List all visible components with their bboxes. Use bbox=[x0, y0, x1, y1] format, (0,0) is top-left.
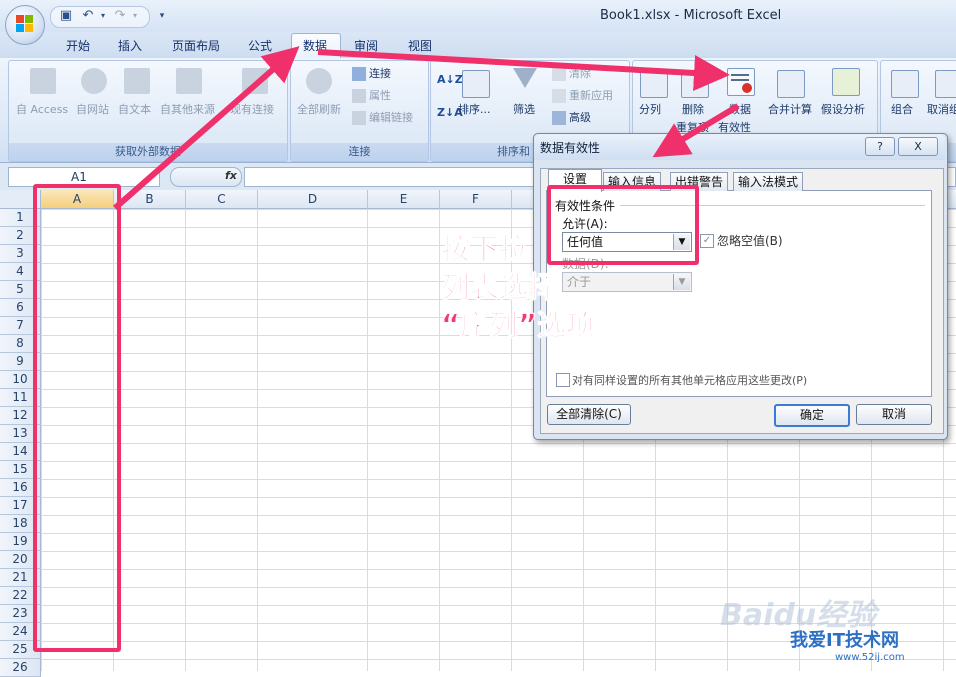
from-text-button[interactable]: 自文本 bbox=[118, 101, 151, 117]
text-to-columns-icon bbox=[640, 70, 668, 98]
redo-icon[interactable]: ↷ bbox=[112, 8, 128, 24]
consolidate-icon bbox=[777, 70, 805, 98]
clear-button[interactable]: 清除 bbox=[552, 65, 591, 81]
what-if-analysis-button[interactable]: 假设分析 bbox=[821, 101, 865, 117]
existing-connections-icon bbox=[242, 68, 268, 94]
window-title: Book1.xlsx - Microsoft Excel bbox=[600, 8, 782, 23]
tab-page-layout[interactable]: 页面布局 bbox=[168, 36, 224, 56]
consolidate-button[interactable]: 合并计算 bbox=[768, 101, 812, 117]
ok-button[interactable]: 确定 bbox=[774, 404, 850, 427]
sort-icon bbox=[462, 70, 490, 98]
properties-button[interactable]: 属性 bbox=[352, 87, 391, 103]
text-file-icon bbox=[124, 68, 150, 94]
annotation-line-2: 列表选择 bbox=[440, 270, 558, 305]
refresh-all-button[interactable]: 全部刷新 bbox=[297, 101, 341, 117]
edit-links-button[interactable]: 编辑链接 bbox=[352, 109, 413, 125]
customize-toolbar-icon[interactable]: ▾ bbox=[154, 8, 170, 24]
group-label: 获取外部数据 bbox=[9, 143, 287, 161]
column-header-d[interactable]: D bbox=[258, 190, 368, 209]
insert-function-area: fx bbox=[170, 167, 242, 187]
what-if-analysis-icon bbox=[832, 68, 860, 96]
from-access-button[interactable]: 自 Access bbox=[16, 101, 68, 117]
site-watermark: 我爱IT技术网 bbox=[790, 630, 899, 651]
annotation-line-1: 按下拉 bbox=[440, 232, 529, 267]
access-icon bbox=[30, 68, 56, 94]
apply-all-checkbox[interactable] bbox=[556, 373, 570, 387]
remove-duplicates-button[interactable]: 删除 bbox=[682, 101, 704, 117]
reapply-icon bbox=[552, 89, 566, 103]
tab-data[interactable]: 数据 bbox=[299, 36, 331, 56]
site-url-watermark: www.52ij.com bbox=[835, 652, 905, 663]
column-header-c[interactable]: C bbox=[186, 190, 258, 209]
undo-icon[interactable]: ↶ bbox=[80, 8, 96, 24]
edit-links-icon bbox=[352, 111, 366, 125]
gridline bbox=[439, 209, 440, 671]
group-label: 连接 bbox=[291, 143, 428, 161]
properties-label: 属性 bbox=[369, 89, 391, 102]
advanced-label: 高级 bbox=[569, 111, 591, 124]
filter-icon bbox=[513, 68, 537, 88]
cancel-button[interactable]: 取消 bbox=[856, 404, 932, 425]
apply-all-label: 对有同样设置的所有其他单元格应用这些更改(P) bbox=[572, 374, 808, 387]
tab-insert[interactable]: 插入 bbox=[114, 36, 146, 56]
connections-label: 连接 bbox=[369, 67, 391, 80]
ungroup-button[interactable]: 取消组 bbox=[927, 101, 956, 117]
office-logo-icon bbox=[16, 15, 34, 33]
sort-button[interactable]: 排序... bbox=[458, 101, 491, 117]
advanced-button[interactable]: 高级 bbox=[552, 109, 591, 125]
column-header-e[interactable]: E bbox=[368, 190, 440, 209]
filter-button[interactable]: 筛选 bbox=[513, 101, 535, 117]
remove-duplicates-icon bbox=[681, 70, 709, 98]
chevron-down-icon[interactable]: ▼ bbox=[673, 274, 690, 290]
reapply-button[interactable]: 重新应用 bbox=[552, 87, 613, 103]
gridline bbox=[367, 209, 368, 671]
web-icon bbox=[81, 68, 107, 94]
tab-review[interactable]: 审阅 bbox=[350, 36, 382, 56]
group-icon bbox=[891, 70, 919, 98]
group-button[interactable]: 组合 bbox=[891, 101, 913, 117]
help-button[interactable]: ? bbox=[865, 137, 895, 156]
other-sources-icon bbox=[176, 68, 202, 94]
sort-az-icon[interactable]: A↓Z bbox=[437, 73, 463, 86]
edit-links-label: 编辑链接 bbox=[369, 111, 413, 124]
fx-icon[interactable]: fx bbox=[225, 169, 237, 182]
close-button[interactable]: X bbox=[898, 137, 938, 156]
office-button[interactable] bbox=[5, 5, 45, 45]
redo-dropdown-icon[interactable]: ▾ bbox=[127, 8, 143, 24]
tab-home[interactable]: 开始 bbox=[62, 36, 94, 56]
undo-dropdown-icon[interactable]: ▾ bbox=[95, 8, 111, 24]
ignore-blank-label: 忽略空值(B) bbox=[717, 234, 783, 248]
column-header-b[interactable]: B bbox=[114, 190, 186, 209]
properties-icon bbox=[352, 89, 366, 103]
existing-connections-button[interactable]: 现有连接 bbox=[230, 101, 274, 117]
data-validation-button[interactable]: 数据 bbox=[729, 101, 751, 117]
ungroup-icon bbox=[935, 70, 956, 98]
save-icon[interactable]: ▣ bbox=[58, 8, 74, 24]
gridline bbox=[257, 209, 258, 671]
data-validation-icon bbox=[727, 68, 755, 96]
ignore-blank-checkbox[interactable]: ✓ bbox=[700, 234, 714, 248]
from-other-sources-button[interactable]: 自其他来源 bbox=[160, 101, 215, 117]
clear-label: 清除 bbox=[569, 67, 591, 80]
dialog-tab-ime-mode[interactable]: 输入法模式 bbox=[733, 172, 804, 191]
annotation-text: 按下拉 列表选择 “序列”选项 bbox=[440, 230, 596, 344]
annotation-box-column-a bbox=[33, 184, 121, 652]
gridline bbox=[185, 209, 186, 671]
advanced-icon bbox=[552, 111, 566, 125]
connections-icon bbox=[352, 67, 366, 81]
row-header-26[interactable]: 26 bbox=[0, 659, 41, 677]
dialog-title: 数据有效性 bbox=[540, 141, 601, 155]
annotation-line-3: “序列”选项 bbox=[440, 308, 596, 343]
clear-all-button[interactable]: 全部清除(C) bbox=[547, 404, 631, 425]
reapply-label: 重新应用 bbox=[569, 89, 613, 102]
tab-formulas[interactable]: 公式 bbox=[244, 36, 276, 56]
connections-button[interactable]: 连接 bbox=[352, 65, 391, 81]
tab-view[interactable]: 视图 bbox=[404, 36, 436, 56]
clear-icon bbox=[552, 67, 566, 81]
column-header-f[interactable]: F bbox=[440, 190, 512, 209]
text-to-columns-button[interactable]: 分列 bbox=[639, 101, 661, 117]
from-web-button[interactable]: 自网站 bbox=[76, 101, 109, 117]
refresh-icon bbox=[306, 68, 332, 94]
